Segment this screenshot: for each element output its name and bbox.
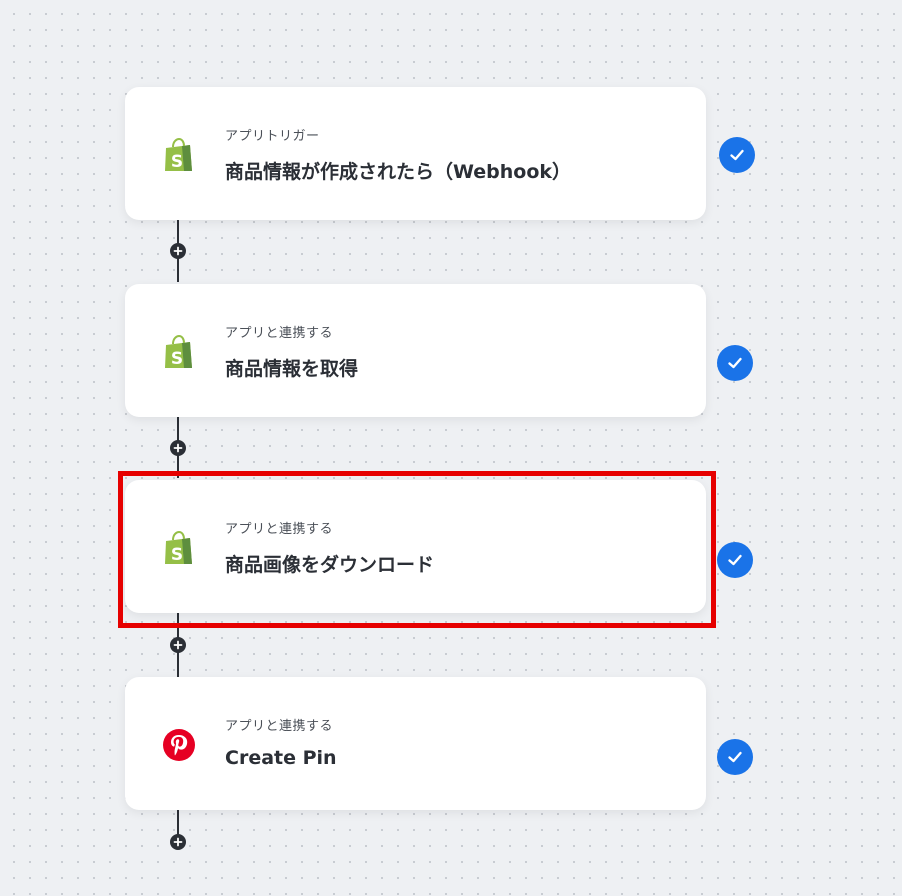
add-step-button[interactable]	[170, 637, 186, 653]
step-type-label: アプリと連携する	[225, 719, 334, 734]
shopify-icon: S	[162, 530, 196, 566]
check-icon	[717, 345, 753, 381]
svg-text:S: S	[171, 152, 183, 172]
svg-text:S: S	[171, 349, 183, 369]
step-title: 商品画像をダウンロード	[225, 554, 435, 576]
check-icon	[719, 137, 755, 173]
svg-text:S: S	[171, 545, 183, 565]
add-step-button[interactable]	[170, 243, 186, 259]
step-title: 商品情報を取得	[225, 358, 359, 380]
step-type-label: アプリと連携する	[225, 522, 334, 537]
check-icon	[717, 542, 753, 578]
check-icon	[717, 739, 753, 775]
step-title: 商品情報が作成されたら（Webhook）	[225, 161, 572, 183]
pinterest-icon	[162, 727, 196, 763]
flow-step-card-3[interactable]: S アプリと連携する 商品画像をダウンロード	[125, 480, 706, 613]
add-step-button[interactable]	[170, 440, 186, 456]
flow-step-card-2[interactable]: S アプリと連携する 商品情報を取得	[125, 284, 706, 417]
shopify-icon: S	[162, 137, 196, 173]
flow-step-card-4[interactable]: アプリと連携する Create Pin	[125, 677, 706, 810]
add-step-button[interactable]	[170, 834, 186, 850]
step-title: Create Pin	[225, 747, 337, 769]
shopify-icon: S	[162, 334, 196, 370]
step-type-label: アプリトリガー	[225, 129, 320, 144]
step-type-label: アプリと連携する	[225, 326, 334, 341]
flow-step-card-1[interactable]: S アプリトリガー 商品情報が作成されたら（Webhook）	[125, 87, 706, 220]
